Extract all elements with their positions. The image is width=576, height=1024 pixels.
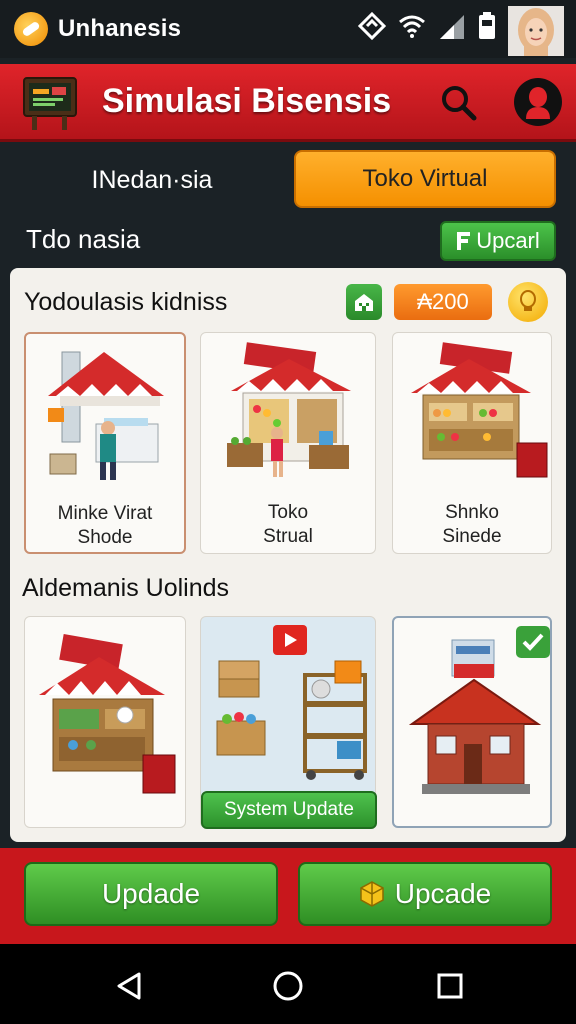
upgrade-button-label: Upcarl xyxy=(476,228,540,253)
house-illustration xyxy=(408,639,542,794)
shop-card-toko[interactable]: Toko Strual xyxy=(200,332,376,554)
bottom-action-bar: Updade Upcade xyxy=(0,848,576,944)
status-bar: Unhanesis xyxy=(0,0,576,58)
recents-square-icon xyxy=(437,973,463,999)
flag-icon xyxy=(457,232,471,250)
user-icon xyxy=(526,87,550,119)
building-icon xyxy=(355,294,373,311)
app-icon xyxy=(14,12,48,46)
upgrade-card-system-update[interactable]: System Update xyxy=(200,616,377,829)
upgrade-button[interactable]: Upcarl xyxy=(440,221,556,261)
upgrade-card-red-house[interactable] xyxy=(392,616,552,828)
update-button[interactable]: Updade xyxy=(24,862,278,926)
crates-cart-illustration xyxy=(216,660,367,780)
app-header: Simulasi Bisensis xyxy=(0,64,576,142)
market-stall-illustration xyxy=(39,633,176,794)
kiosk-illustration xyxy=(48,351,164,480)
section-title: Tdo nasia xyxy=(26,224,141,254)
status-icons xyxy=(358,12,496,40)
home-nav-button[interactable] xyxy=(268,966,308,1006)
profile-button[interactable] xyxy=(514,78,562,126)
upcade-button[interactable]: Upcade xyxy=(298,862,552,926)
home-circle-icon xyxy=(273,971,303,1001)
status-app-name: Unhanesis xyxy=(58,15,182,42)
shop-card-toko-subtitle: Strual xyxy=(263,526,313,547)
tab-indonesia[interactable]: INedan·sia xyxy=(24,152,280,208)
market-stall-illustration xyxy=(227,342,351,477)
avatar[interactable] xyxy=(508,6,564,56)
lightbulb-icon xyxy=(520,290,536,311)
hint-button[interactable] xyxy=(508,282,548,322)
update-button-label: Updade xyxy=(101,878,201,909)
cube-icon xyxy=(359,881,384,907)
shop-sign-logo xyxy=(16,72,82,132)
shop-card-minke-title: Minke Virat xyxy=(57,503,153,524)
shop-card-minke-subtitle: Shode xyxy=(77,527,133,548)
recents-button[interactable] xyxy=(430,966,470,1006)
shop-card-shnko-subtitle: Sinede xyxy=(442,526,502,547)
shop-card-minke[interactable]: Minke Virat Shode xyxy=(24,332,186,554)
upgrade-card-market-stall[interactable] xyxy=(24,616,186,828)
tab-toko-virtual[interactable]: Toko Virtual xyxy=(294,150,556,208)
back-triangle-icon xyxy=(117,972,141,1000)
home-button[interactable] xyxy=(346,284,382,320)
nfc-icon xyxy=(358,12,386,40)
shop-card-shnko[interactable]: Shnko Sinede xyxy=(392,332,552,554)
signal-icon xyxy=(440,15,464,39)
shop-card-shnko-title: Shnko xyxy=(445,502,499,523)
battery-icon xyxy=(479,12,495,39)
shop-card-toko-title: Toko xyxy=(267,502,309,523)
section2-title: Aldemanis Uolinds xyxy=(22,574,230,602)
produce-stall-illustration xyxy=(411,342,548,478)
coins-badge: ₳200 xyxy=(394,284,492,320)
system-nav-bar xyxy=(0,944,576,1024)
page-title: Simulasi Bisensis xyxy=(102,82,392,120)
search-button[interactable] xyxy=(438,82,480,124)
search-icon xyxy=(442,86,477,121)
panel-heading: Yodoulasis kidniss xyxy=(24,288,228,316)
system-update-button[interactable]: System Update xyxy=(201,791,377,829)
wifi-icon xyxy=(399,15,425,38)
business-panel: Yodoulasis kidniss ₳200 Minke Virat Shod… xyxy=(10,268,566,842)
upcade-button-label: Upcade xyxy=(394,878,492,909)
back-button[interactable] xyxy=(110,966,150,1006)
